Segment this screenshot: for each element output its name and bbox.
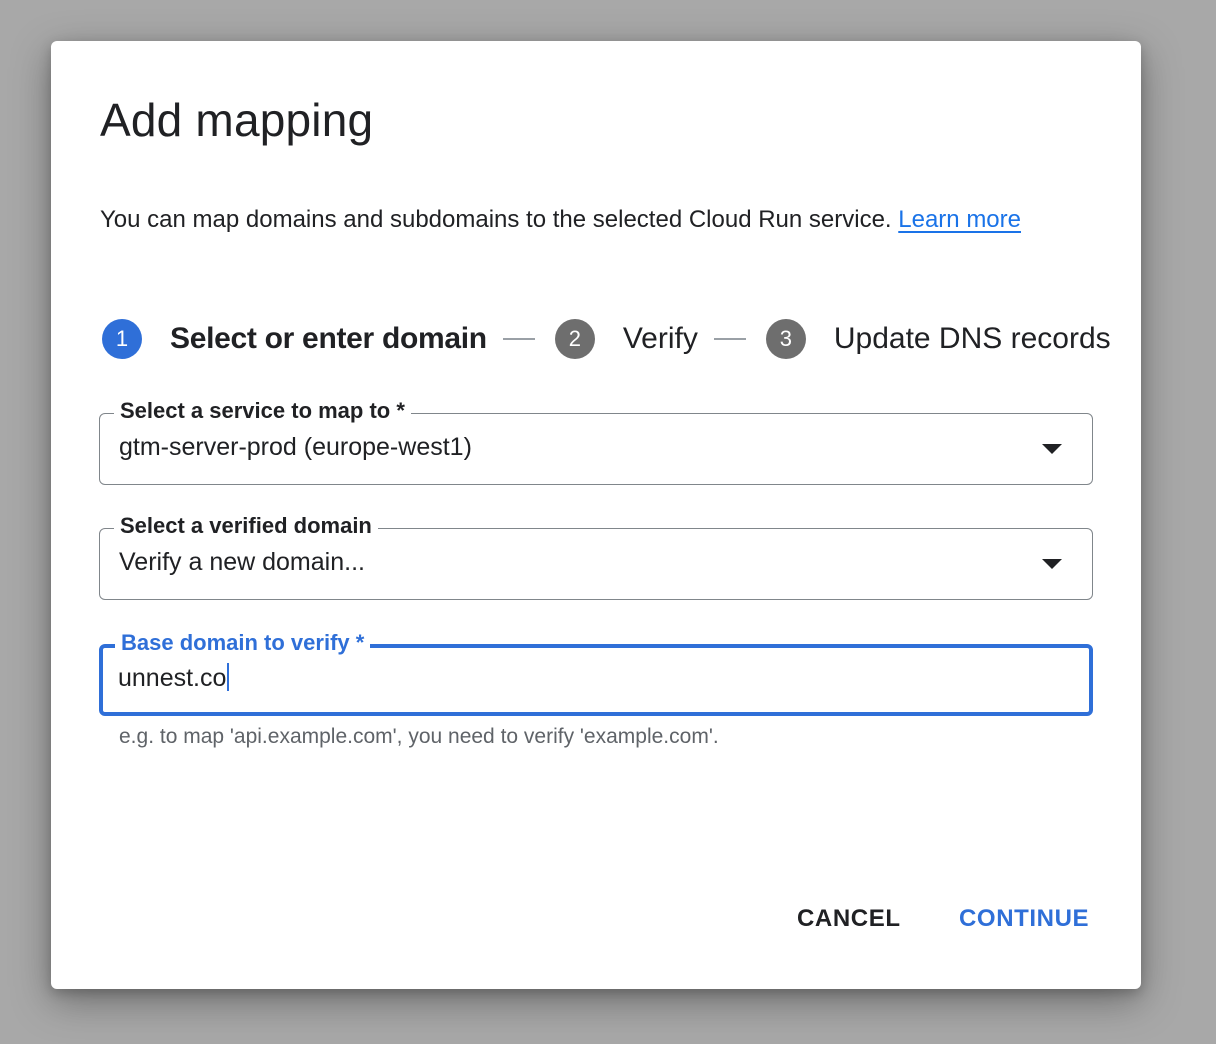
dialog-description: You can map domains and subdomains to th…: [100, 206, 1021, 234]
dialog-title: Add mapping: [100, 94, 374, 146]
stepper: 1 Select or enter domain 2 Verify 3 Upda…: [102, 319, 1111, 359]
continue-button[interactable]: CONTINUE: [959, 905, 1089, 933]
step-2-label: Verify: [622, 322, 698, 355]
step-3-circle: 3: [765, 319, 806, 359]
base-domain-hint: e.g. to map 'api.example.com', you need …: [119, 725, 719, 748]
base-domain-text: unnest.co: [118, 664, 227, 692]
step-2-circle: 2: [554, 319, 595, 359]
step-separator: [713, 338, 746, 340]
base-domain-input-value[interactable]: unnest.co: [118, 663, 230, 693]
chevron-down-icon: [1042, 444, 1062, 454]
step-1-circle: 1: [102, 319, 142, 359]
add-mapping-dialog: Add mapping You can map domains and subd…: [51, 41, 1141, 989]
text-cursor: [227, 663, 230, 691]
base-domain-input-label: Base domain to verify *: [115, 630, 371, 656]
base-domain-input[interactable]: Base domain to verify * unnest.co: [99, 630, 1093, 716]
service-select[interactable]: Select a service to map to * gtm-server-…: [99, 398, 1093, 485]
verified-domain-select-value: Verify a new domain...: [119, 548, 365, 576]
description-text: You can map domains and subdomains to th…: [100, 206, 892, 233]
cancel-button[interactable]: CANCEL: [797, 905, 901, 933]
chevron-down-icon: [1042, 559, 1062, 569]
step-3-label: Update DNS records: [833, 322, 1111, 355]
service-select-label: Select a service to map to *: [114, 398, 411, 424]
step-1-label: Select or enter domain: [170, 322, 487, 355]
verified-domain-select[interactable]: Select a verified domain Verify a new do…: [99, 513, 1093, 600]
verified-domain-select-label: Select a verified domain: [114, 513, 378, 539]
learn-more-link[interactable]: Learn more: [898, 206, 1021, 233]
service-select-value: gtm-server-prod (europe-west1): [119, 433, 472, 461]
step-separator: [502, 338, 535, 340]
